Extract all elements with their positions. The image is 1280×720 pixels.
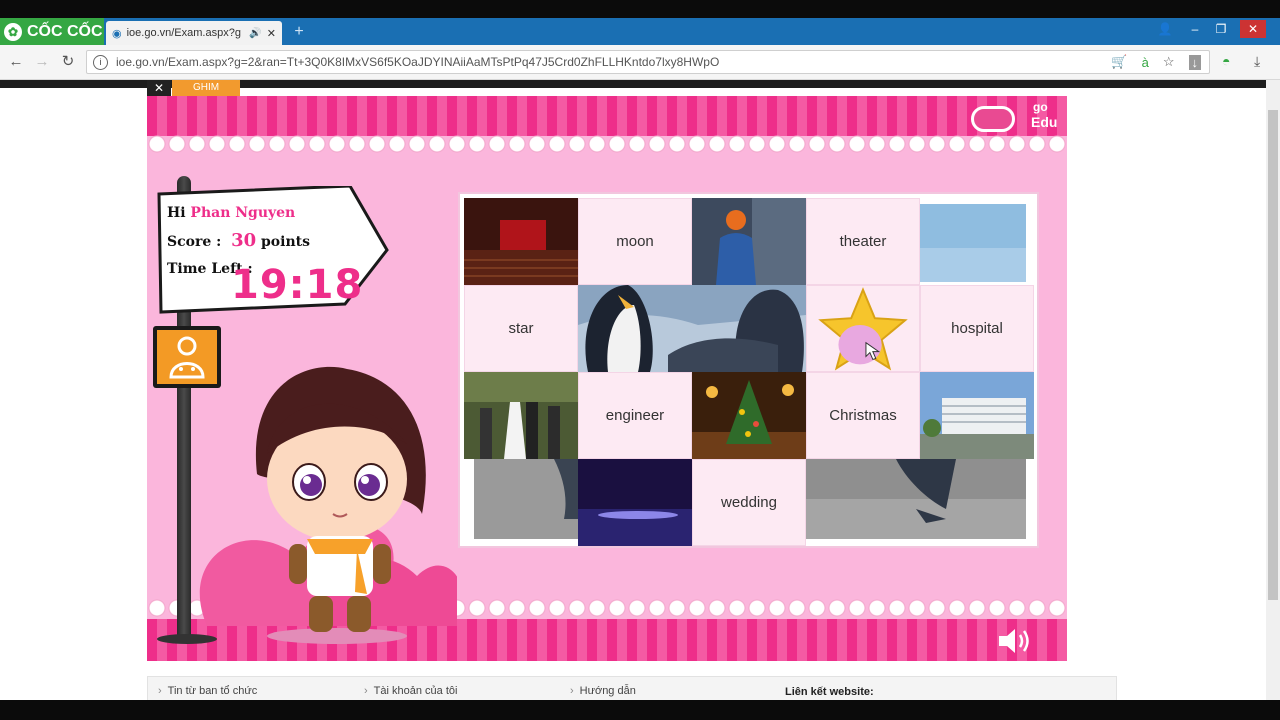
extension-new-icon[interactable]: ◓ [1222,53,1230,69]
book-logo-icon [971,106,1015,132]
card-grid: moon theater star hospital engineer Chri… [464,198,1036,546]
word-label: star [508,320,534,337]
footer-link-account[interactable]: Tài khoản của tôi [364,685,458,697]
close-window-button[interactable]: ✕ [1240,20,1266,38]
download-arrow-icon[interactable]: ↓ [1188,54,1201,70]
card-engineer-word[interactable]: engineer [578,372,692,459]
pin-close-button[interactable]: ✕ [147,80,171,96]
page-scrollbar[interactable] [1266,80,1280,700]
tab-favicon-icon: ◉ [112,27,122,40]
word-label: hospital [951,320,1003,337]
downloads-icon[interactable]: ⤓ [1254,53,1260,70]
profile-icon[interactable]: 👤 [1152,20,1178,38]
theater-picture [464,198,578,285]
window-bottom-bar [0,700,1280,720]
url-input[interactable] [114,54,1106,70]
word-label: Christmas [829,407,897,424]
card-theater-image[interactable] [464,198,578,285]
game-frame: go Edu Hi Phan Nguyen Score : 30 points … [147,96,1067,661]
logo-edu-text: Edu [1031,114,1058,130]
card-engineer-image[interactable] [692,198,806,285]
top-stripe-border [147,96,1067,136]
points-label: points [261,234,310,250]
card-star-word[interactable]: star [464,285,578,372]
card-penguin-feet-image[interactable] [464,459,578,546]
translate-icon[interactable]: à [1142,55,1149,70]
tab-title: ioe.go.vn/Exam.aspx?g [126,27,241,39]
card-christmas-word[interactable]: Christmas [806,372,920,459]
top-lace-border [147,132,1067,156]
tab-audio-icon[interactable]: 🔊 [249,28,261,39]
logo-go-text: go [1033,100,1048,114]
footer-link-guide[interactable]: Hướng dẫn [570,685,636,697]
tab-strip: ✿ CỐC CỐC ◉ ioe.go.vn/Exam.aspx?g 🔊 ✕ + … [0,18,1280,45]
user-icon [169,336,205,379]
time-left-value: 19:18 [231,262,364,308]
card-hospital-image[interactable] [920,372,1034,459]
moon-picture [578,459,692,546]
word-label: wedding [721,494,777,511]
user-profile-button[interactable] [153,326,221,388]
card-christmas-image[interactable] [692,372,806,459]
penguin-walk-picture [806,459,1034,546]
address-bar[interactable]: i 🛒 à ☆ ↓ [86,50,1210,74]
card-wedding-word[interactable]: wedding [692,459,806,546]
pin-ghim-button[interactable]: GHIM [172,80,240,96]
window-top-bar [0,0,1280,18]
sound-toggle-icon[interactable] [997,626,1033,656]
engineer-picture [692,198,806,285]
card-wedding-image[interactable] [464,372,578,459]
tab-close-icon[interactable]: ✕ [267,27,276,40]
maximize-button[interactable]: ❐ [1208,20,1234,38]
tab-exam[interactable]: ◉ ioe.go.vn/Exam.aspx?g 🔊 ✕ [106,21,282,45]
footer-link-news[interactable]: Tin từ ban tổ chức [158,685,258,697]
card-sky-image[interactable] [920,198,1034,285]
site-info-icon[interactable]: i [93,54,108,70]
card-penguins-image[interactable] [578,285,806,372]
scrollbar-thumb[interactable] [1268,110,1278,600]
signpost-base [157,634,217,644]
reload-button[interactable]: ↻ [58,52,78,72]
word-label: engineer [605,407,665,424]
penguins-picture [578,285,806,372]
score-value: 30 [231,230,257,251]
player-name: Phan Nguyen [190,205,296,221]
brand-label: CỐC CỐC [27,22,103,40]
footer-links-heading: Liên kết website: [785,686,874,698]
word-label: theater [839,233,887,250]
go-edu-logo: go Edu [967,100,1063,134]
cart-icon[interactable]: 🛒 [1111,54,1127,70]
bookmark-star-icon[interactable]: ☆ [1163,54,1175,70]
greeting-label: Hi [167,205,186,221]
forward-button[interactable]: → [32,52,52,72]
browser-brand[interactable]: ✿ CỐC CỐC [0,18,104,45]
hospital-picture [920,372,1034,459]
card-penguin-walk-image[interactable] [806,459,1034,546]
card-moon-image[interactable] [578,459,692,546]
card-star-image[interactable] [806,285,920,372]
minimize-button[interactable]: – [1182,20,1208,38]
card-hospital-word[interactable]: hospital [920,285,1034,372]
girl-character [255,366,426,644]
score-label: Score : [167,234,222,250]
penguin-feet-picture [464,459,578,546]
card-board: moon theater star hospital engineer Chri… [458,192,1039,548]
address-bar-row: ← → ↻ i 🛒 à ☆ ↓ ◓ ⤓ [0,45,1280,80]
word-label: moon [616,233,654,250]
pin-ghim-label: GHIM [192,82,220,93]
new-tab-button[interactable]: + [290,24,308,40]
star-picture [818,287,908,371]
card-theater-word[interactable]: theater [806,198,920,285]
card-moon-word[interactable]: moon [578,198,692,285]
wedding-picture [464,372,578,459]
christmas-picture [692,372,806,459]
back-button[interactable]: ← [6,52,26,72]
sky-picture [920,198,1034,285]
coccoc-logo-icon: ✿ [4,22,22,41]
